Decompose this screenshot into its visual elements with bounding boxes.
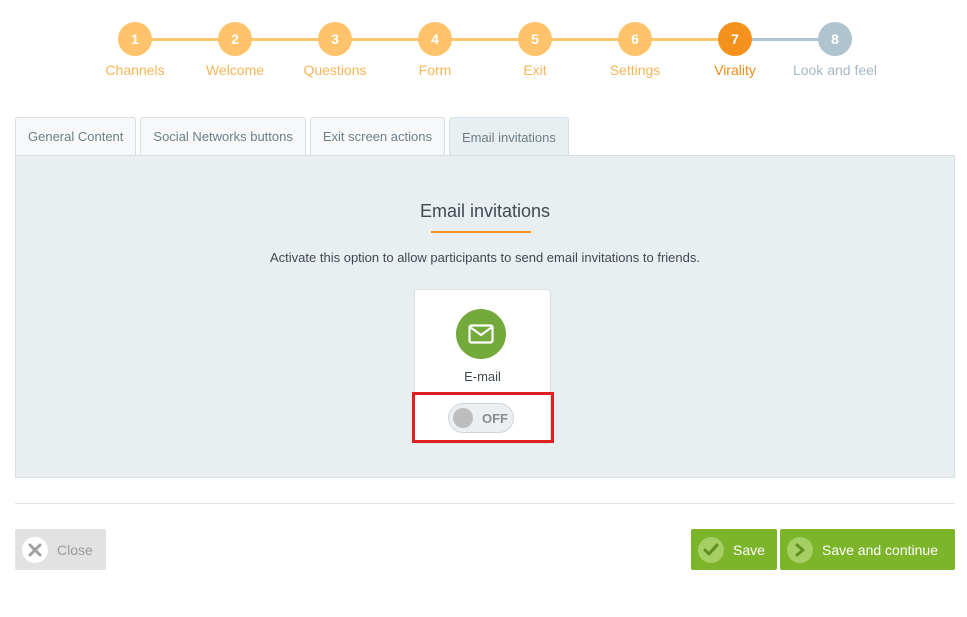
panel-title: Email invitations <box>419 201 551 221</box>
step-label: Form <box>418 62 452 78</box>
step-number: 1 <box>118 22 152 56</box>
step-number: 6 <box>618 22 652 56</box>
envelope-icon <box>456 309 506 359</box>
step-number: 2 <box>218 22 252 56</box>
save-button[interactable]: Save <box>691 529 777 570</box>
tab-social-networks-buttons[interactable]: Social Networks buttons <box>140 117 306 155</box>
step-label: Settings <box>609 62 661 78</box>
step-label: Channels <box>105 62 165 78</box>
step-form[interactable]: 4 Form <box>380 22 490 78</box>
checkmark-icon <box>698 536 724 563</box>
step-number: 4 <box>418 22 452 56</box>
content-tabs: General Content Social Networks buttons … <box>15 117 569 156</box>
step-label: Questions <box>303 62 367 78</box>
save-and-continue-button[interactable]: Save and continue <box>780 529 955 570</box>
step-label: Exit <box>523 62 547 78</box>
step-number: 7 <box>718 22 752 56</box>
step-number: 8 <box>818 22 852 56</box>
step-look-and-feel[interactable]: 8 Look and feel <box>780 22 890 78</box>
email-invitations-panel: Email invitations Activate this option t… <box>15 155 955 478</box>
email-toggle-switch[interactable]: OFF <box>448 403 514 433</box>
step-virality[interactable]: 7 Virality <box>680 22 790 78</box>
close-button-label: Close <box>57 541 93 558</box>
save-button-label: Save <box>733 541 765 558</box>
chevron-right-icon <box>787 536 813 563</box>
toggle-state-label: OFF <box>482 410 508 426</box>
step-settings[interactable]: 6 Settings <box>580 22 690 78</box>
step-label: Virality <box>714 62 756 78</box>
step-questions[interactable]: 3 Questions <box>280 22 390 78</box>
step-channels[interactable]: 1 Channels <box>80 22 190 78</box>
email-option-label: E-mail <box>464 369 501 384</box>
close-button[interactable]: Close <box>15 529 106 570</box>
toggle-knob <box>453 408 473 428</box>
tab-email-invitations[interactable]: Email invitations <box>448 117 569 156</box>
step-label: Welcome <box>205 62 265 78</box>
tab-general-content[interactable]: General Content <box>15 117 137 155</box>
tab-exit-screen-actions[interactable]: Exit screen actions <box>309 117 445 155</box>
step-number: 5 <box>518 22 552 56</box>
save-and-continue-label: Save and continue <box>822 541 938 558</box>
progress-stepper: 1 Channels 2 Welcome 3 Questions 4 Form … <box>0 22 967 82</box>
footer-divider <box>15 503 955 504</box>
step-label: Look and feel <box>792 62 878 78</box>
close-icon <box>22 536 48 563</box>
title-underline <box>431 231 531 233</box>
step-welcome[interactable]: 2 Welcome <box>180 22 290 78</box>
step-exit[interactable]: 5 Exit <box>480 22 590 78</box>
step-number: 3 <box>318 22 352 56</box>
panel-description: Activate this option to allow participan… <box>270 250 700 265</box>
